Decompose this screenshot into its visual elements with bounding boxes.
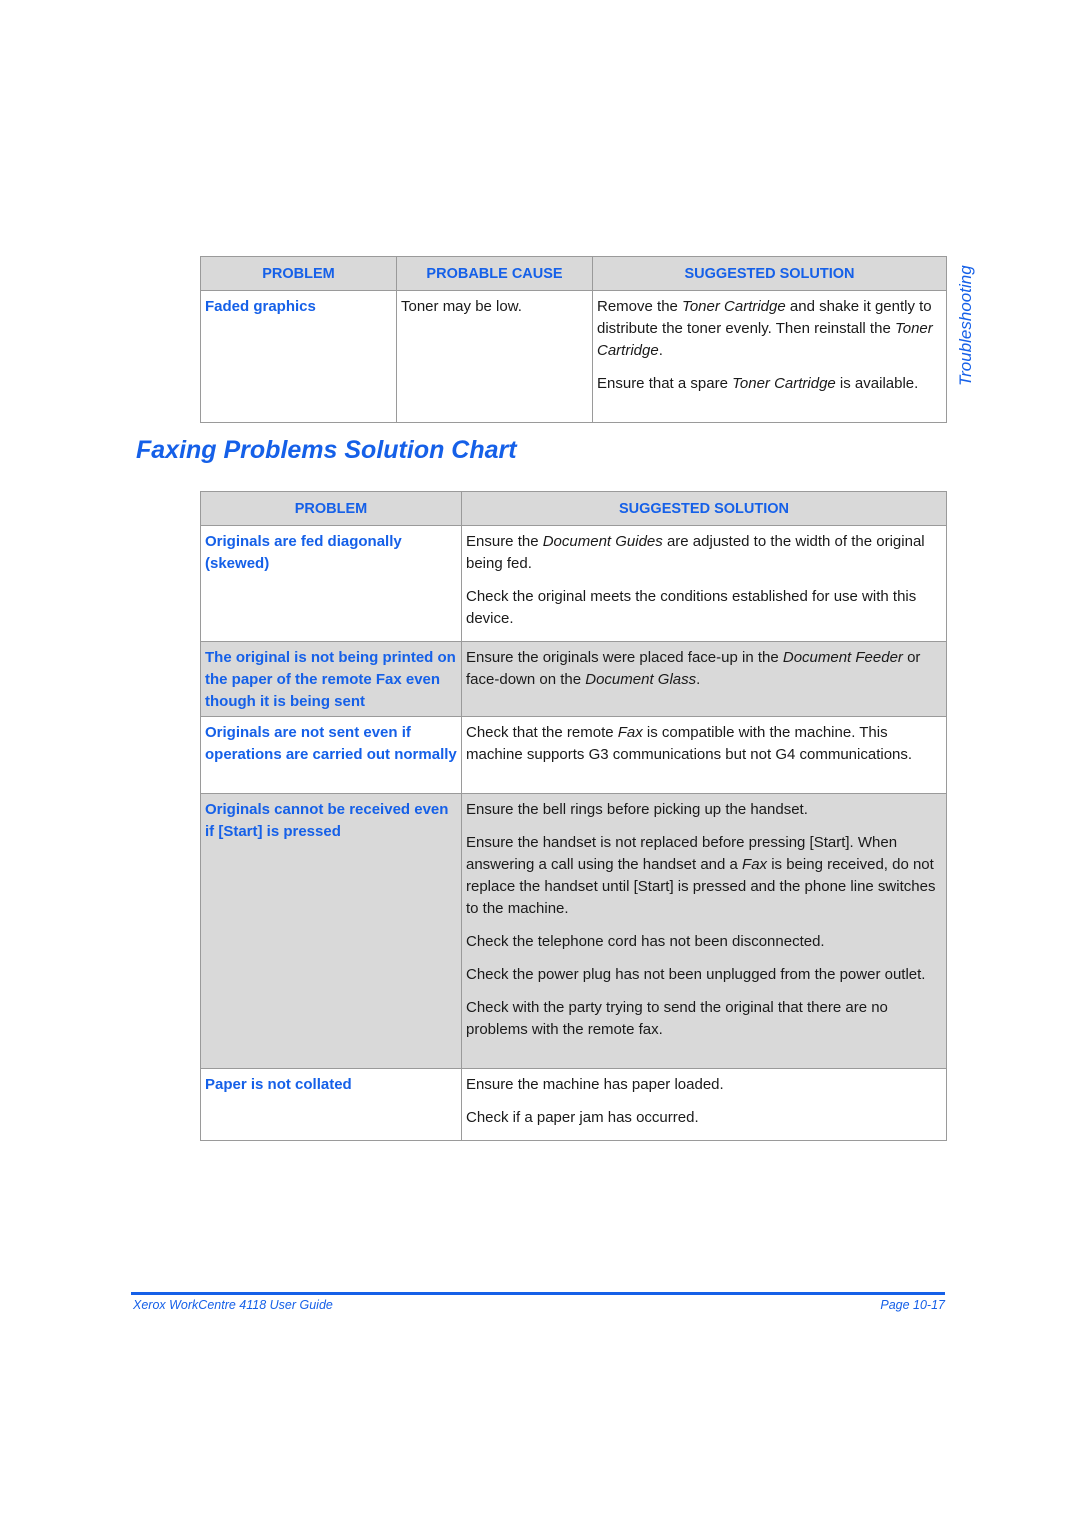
solution-paragraph: Ensure the originals were placed face-up… (466, 647, 942, 691)
solution-paragraph: Ensure that a spare Toner Cartridge is a… (597, 373, 942, 395)
solution-paragraph: Check if a paper jam has occurred. (466, 1107, 942, 1129)
solution-text: Ensure the machine has paper loaded. (466, 1076, 724, 1093)
solution-cell: Ensure the bell rings before picking up … (461, 793, 947, 1069)
solution-text: Check if a paper jam has occurred. (466, 1109, 699, 1126)
column-header-suggested-solution: SUGGESTED SOLUTION (592, 256, 947, 291)
problem-cell: Faded graphics (200, 290, 397, 423)
table-row: Faded graphics Toner may be low. Remove th… (200, 290, 947, 423)
table-row: Originals are fed diagonally (skewed) Ens… (200, 525, 947, 642)
solution-text: is available. (835, 375, 919, 392)
problem-cell: Originals cannot be received even if [St… (200, 793, 462, 1069)
side-tab-troubleshooting: Troubleshooting (956, 265, 975, 386)
solution-paragraph: Ensure the Document Guides are adjusted … (466, 531, 942, 575)
solution-cell: Check that the remote Fax is compatible … (461, 716, 947, 794)
solution-text: Ensure the (466, 533, 543, 550)
footer-page-number: Page 10-17 (880, 1298, 945, 1312)
solution-term: Document Glass (585, 671, 697, 688)
solution-paragraph: Check that the remote Fax is compatible … (466, 722, 942, 766)
solution-paragraph: Check the power plug has not been unplug… (466, 964, 942, 986)
footer-guide-title: Xerox WorkCentre 4118 User Guide (133, 1298, 333, 1312)
solution-term: Document Guides (542, 533, 663, 550)
problem-cell: Paper is not collated (200, 1068, 462, 1141)
table-header-row: PROBLEM SUGGESTED SOLUTION (200, 491, 947, 526)
problem-cell: Originals are not sent even if operation… (200, 716, 462, 794)
solution-paragraph: Remove the Toner Cartridge and shake it … (597, 296, 942, 362)
solution-text: Check that the remote (466, 724, 618, 741)
solution-term: Fax (617, 724, 643, 741)
solution-cell: Remove the Toner Cartridge and shake it … (592, 290, 947, 423)
column-header-probable-cause: PROBABLE CAUSE (396, 256, 593, 291)
column-header-problem: PROBLEM (200, 491, 462, 526)
table-row: Originals cannot be received even if [St… (200, 793, 947, 1069)
column-header-suggested-solution: SUGGESTED SOLUTION (461, 491, 947, 526)
table-row: Originals are not sent even if operation… (200, 716, 947, 794)
printing-problems-table: PROBLEM PROBABLE CAUSE SUGGESTED SOLUTIO… (200, 256, 947, 423)
problem-cell: The original is not being printed on the… (200, 641, 462, 717)
solution-text: Check with the party trying to send the … (466, 999, 888, 1038)
problem-cell: Originals are fed diagonally (skewed) (200, 525, 462, 642)
footer-divider (131, 1292, 945, 1295)
solution-text: Check the power plug has not been unplug… (466, 966, 926, 983)
solution-cell: Ensure the originals were placed face-up… (461, 641, 947, 717)
solution-paragraph: Ensure the handset is not replaced befor… (466, 832, 942, 920)
cause-cell: Toner may be low. (396, 290, 593, 423)
solution-paragraph: Ensure the bell rings before picking up … (466, 799, 942, 821)
table-row: Paper is not collated Ensure the machine … (200, 1068, 947, 1141)
solution-text: Remove the (597, 298, 683, 315)
solution-cell: Ensure the machine has paper loaded. Chec… (461, 1068, 947, 1141)
faxing-problems-table: PROBLEM SUGGESTED SOLUTION Originals are… (200, 491, 947, 1141)
solution-cell: Ensure the Document Guides are adjusted … (461, 525, 947, 642)
solution-term: Toner Cartridge (682, 298, 786, 315)
table-header-row: PROBLEM PROBABLE CAUSE SUGGESTED SOLUTIO… (200, 256, 947, 291)
column-header-problem: PROBLEM (200, 256, 397, 291)
solution-text: . (696, 671, 701, 688)
solution-term: Document Feeder (782, 649, 903, 666)
solution-text: Ensure the bell rings before picking up … (466, 801, 808, 818)
solution-paragraph: Check the telephone cord has not been di… (466, 931, 942, 953)
solution-term: Toner Cartridge (732, 375, 836, 392)
solution-term: Fax (742, 856, 768, 873)
table-row: The original is not being printed on the… (200, 641, 947, 717)
solution-text: Ensure the originals were placed face-up… (466, 649, 783, 666)
solution-text: Ensure that a spare (597, 375, 733, 392)
solution-paragraph: Check with the party trying to send the … (466, 997, 942, 1041)
solution-paragraph: Ensure the machine has paper loaded. (466, 1074, 942, 1096)
section-title: Faxing Problems Solution Chart (136, 436, 517, 464)
solution-text: Check the original meets the conditions … (466, 588, 917, 627)
solution-text: Check the telephone cord has not been di… (466, 933, 825, 950)
solution-text: . (658, 342, 663, 359)
solution-paragraph: Check the original meets the conditions … (466, 586, 942, 630)
